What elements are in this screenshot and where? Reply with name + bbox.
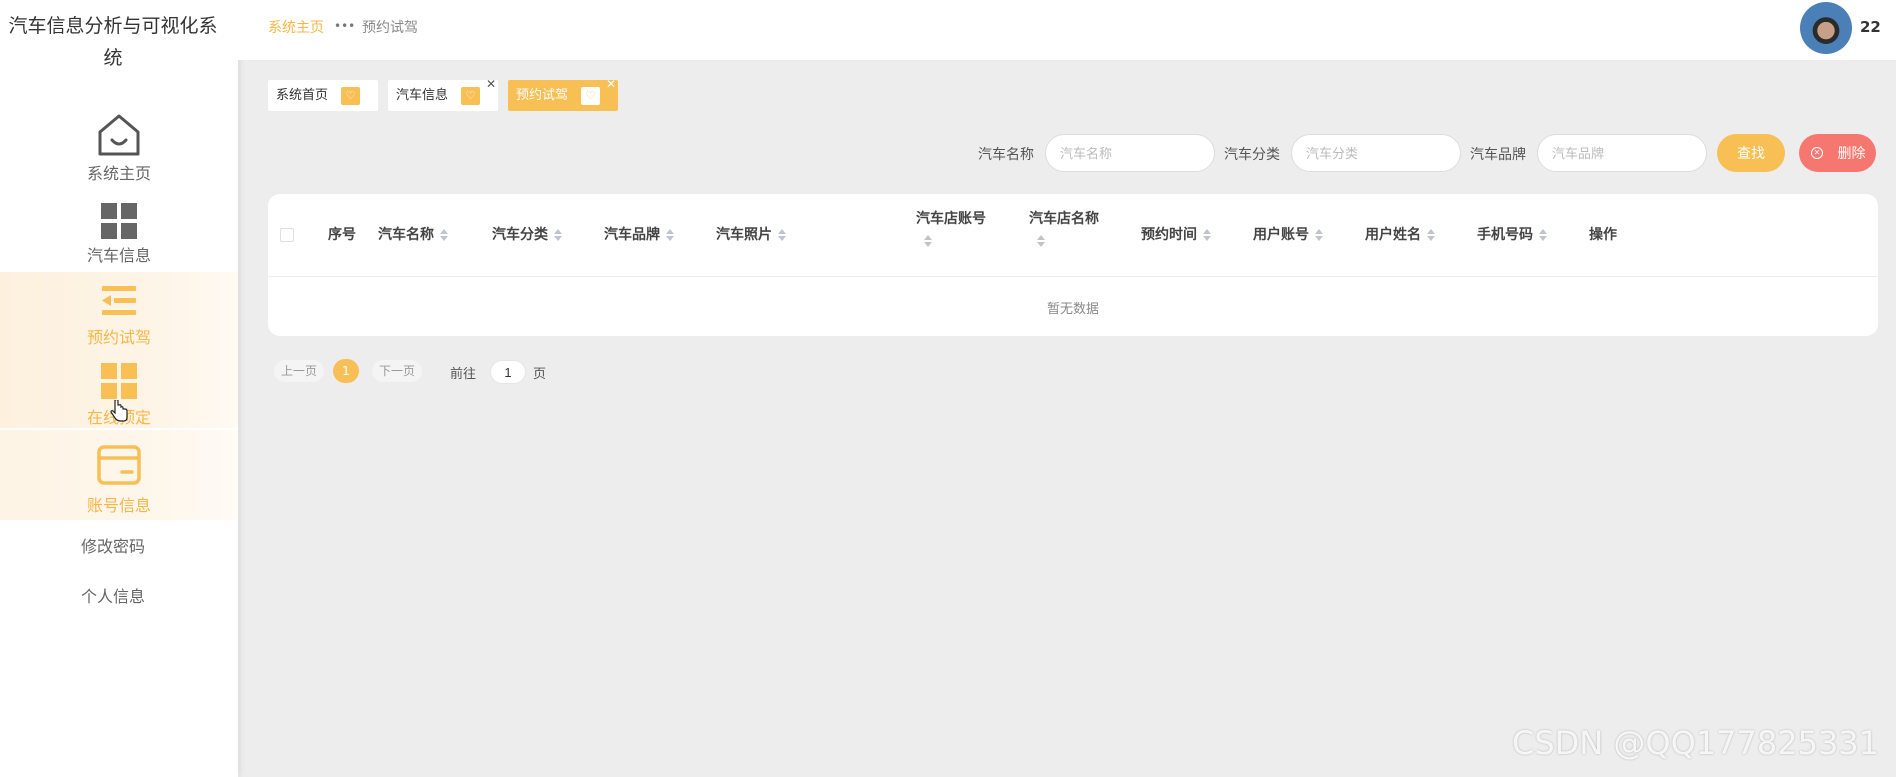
tab-car-info[interactable]: 汽车信息 ♡ ✕ [388,77,498,111]
next-page-button[interactable]: 下一页 [372,360,423,382]
car-brand-input[interactable] [1537,134,1707,172]
avatar[interactable] [1800,2,1852,54]
sidebar-item-account[interactable]: 账号信息 [0,444,238,516]
table-divider [268,276,1878,277]
delete-button-label: 删除 [1837,145,1866,161]
close-icon[interactable]: ✕ [486,69,496,100]
sidebar-item-label: 汽车信息 [86,246,151,265]
breadcrumb-home[interactable]: 系统主页 [268,17,324,37]
sort-icon[interactable] [1427,229,1435,241]
sidebar-item-change-password[interactable]: 修改密码 [0,533,226,557]
delete-circle-icon: ✕ [1811,147,1823,159]
column-header[interactable]: 用户姓名 [1365,224,1435,246]
column-header[interactable]: 汽车品牌 [604,224,674,246]
tab-home[interactable]: 系统首页 ♡ [268,80,378,111]
sort-icon[interactable] [924,235,932,247]
sidebar-item-test-drive[interactable]: 预约试驾 [0,284,238,348]
car-brand-label: 汽车品牌 [1470,147,1526,163]
sort-icon[interactable] [1539,229,1547,241]
car-name-input[interactable] [1045,134,1215,172]
sort-icon[interactable] [440,229,448,241]
page-number-button[interactable]: 1 [333,359,359,383]
goto-prefix: 前往 [450,367,477,382]
heart-icon: ♡ [581,87,600,105]
breadcrumb-separator: ••• [334,19,356,33]
sort-icon[interactable] [778,229,786,241]
car-category-label: 汽车分类 [1224,147,1280,163]
sort-icon[interactable] [666,229,674,241]
sort-icon[interactable] [1203,229,1211,241]
column-header[interactable]: 手机号码 [1477,224,1547,246]
empty-text: 暂无数据 [1046,302,1099,317]
mouse-cursor-icon [110,398,128,426]
username[interactable]: 22 [1860,18,1881,36]
grid-icon [0,202,238,242]
column-header: 操作 [1589,227,1617,243]
car-name-label: 汽车名称 [978,147,1034,163]
goto-suffix: 页 [533,367,547,382]
grid-icon [0,362,238,404]
heart-icon: ♡ [341,87,360,105]
data-table: 序号 汽车名称 汽车分类 汽车品牌 汽车照片 汽车店账号 汽车店名称 预约时间 … [268,194,1878,336]
column-header[interactable]: 汽车店名称 [1029,208,1099,252]
tab-test-drive[interactable]: 预约试驾 ♡ ✕ [508,77,618,111]
home-icon [0,112,238,160]
sidebar-item-label: 账号信息 [86,496,151,515]
column-header[interactable]: 用户账号 [1253,224,1323,246]
heart-icon: ♡ [461,87,480,105]
column-header[interactable]: 汽车名称 [378,224,448,246]
select-all-checkbox[interactable] [280,228,294,242]
tab-label: 预约试驾 [516,88,569,103]
top-bar: 系统主页 ••• 预约试驾 [238,0,1896,60]
sidebar-item-car-info[interactable]: 汽车信息 [0,202,238,266]
tab-label: 汽车信息 [396,88,449,103]
search-button[interactable]: 查找 [1717,134,1785,172]
sort-icon[interactable] [554,229,562,241]
sidebar-item-home[interactable]: 系统主页 [0,112,238,184]
close-icon[interactable]: ✕ [606,69,616,100]
sidebar-item-label: 系统主页 [86,164,151,183]
breadcrumb-current: 预约试驾 [362,20,418,36]
column-header: 序号 [328,227,356,243]
sort-icon[interactable] [1037,235,1045,247]
car-category-input[interactable] [1291,134,1461,172]
tab-label: 系统首页 [276,88,329,103]
sidebar-item-label: 预约试驾 [86,328,151,347]
app-title: 汽车信息分析与可视化系统 [8,15,218,69]
prev-page-button[interactable]: 上一页 [274,360,325,382]
column-header[interactable]: 预约时间 [1141,224,1211,246]
column-header[interactable]: 汽车分类 [492,224,562,246]
column-header[interactable]: 汽车照片 [716,224,786,246]
sidebar: 汽车信息分析与可视化系统 系统主页 汽车信息 预约试驾 账号信息 修改密码 个人… [0,0,238,777]
delete-button[interactable]: ✕ 删除 [1799,134,1876,172]
list-icon [0,284,238,324]
watermark: CSDN @QQ177825331 [1512,724,1880,762]
card-icon [0,444,238,492]
goto-page-input[interactable] [490,360,526,384]
sidebar-item-profile[interactable]: 个人信息 [0,583,226,607]
sort-icon[interactable] [1315,229,1323,241]
column-header[interactable]: 汽车店账号 [916,208,986,252]
